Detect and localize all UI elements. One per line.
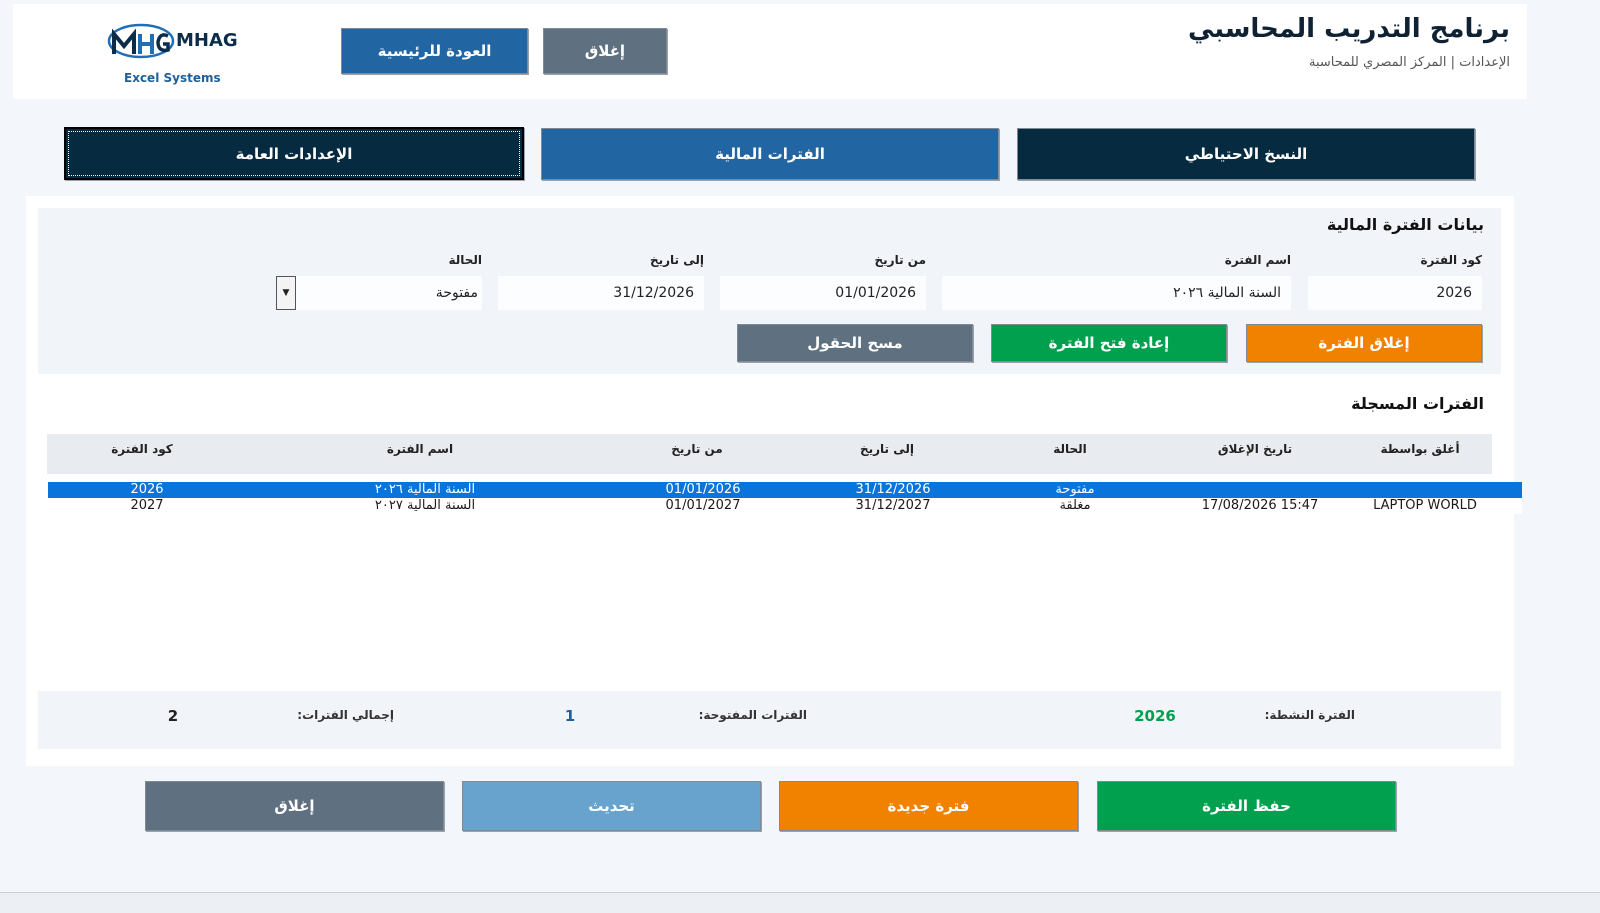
active-period-label: الفترة النشطة: [1264, 708, 1355, 722]
page-title: برنامج التدريب المحاسبي [1187, 14, 1510, 44]
col-header-name: اسم الفترة [386, 442, 454, 456]
home-button[interactable]: العودة للرئيسية [341, 28, 528, 74]
period-name-label: اسم الفترة [1224, 253, 1291, 267]
close-period-button[interactable]: إغلاق الفترة [1246, 324, 1482, 362]
status-dropdown-arrow[interactable]: ▼ [276, 276, 296, 310]
period-name-field[interactable]: السنة المالية ٢٠٢٦ [942, 276, 1291, 310]
chevron-down-icon: ▼ [282, 288, 290, 298]
col-header-close-date: تاريخ الإغلاق [1217, 442, 1293, 456]
refresh-button[interactable]: تحديث [462, 781, 761, 831]
open-periods-label: الفترات المفتوحة: [698, 708, 807, 722]
tab-backup[interactable]: النسخ الاحتياطي [1017, 128, 1475, 180]
footer-close-button[interactable]: إغلاق [145, 781, 444, 831]
bottom-scrollbar[interactable] [0, 892, 1600, 913]
list-section-title: الفترات المسجلة [1351, 394, 1484, 413]
to-date-label: إلى تاريخ [649, 253, 704, 267]
open-periods-value: 1 [564, 707, 576, 725]
cell-from-date: 01/01/2027 [665, 498, 741, 513]
col-header-from-date: من تاريخ [671, 442, 723, 456]
cell-status: مغلقة [1059, 498, 1091, 513]
header-close-button[interactable]: إغلاق [543, 28, 667, 74]
col-header-closed-by: أغلق بواسطة [1380, 442, 1460, 456]
new-period-button[interactable]: فترة جديدة [779, 781, 1078, 831]
cell-from-date: 01/01/2026 [665, 482, 741, 497]
save-period-button[interactable]: حفظ الفترة [1097, 781, 1396, 831]
logo-text: MHAG [176, 30, 238, 51]
period-code-field[interactable]: 2026 [1308, 276, 1482, 310]
status-select[interactable]: ▼ مفتوحة [276, 276, 482, 310]
to-date-field[interactable]: 31/12/2026 [498, 276, 704, 310]
table-row[interactable] [48, 482, 1522, 498]
logo: MHAG Excel Systems [100, 18, 240, 90]
cell-close-date: 17/08/2026 15:47 [1201, 498, 1319, 513]
logo-mark-icon [107, 23, 175, 59]
cell-code: 2026 [130, 482, 164, 497]
total-periods-label: إجمالي الفترات: [297, 708, 394, 722]
tab-general-settings[interactable]: الإعدادات العامة [64, 127, 524, 180]
col-header-to-date: إلى تاريخ [859, 442, 914, 456]
cell-name: السنة المالية ٢٠٢٧ [374, 498, 476, 513]
from-date-label: من تاريخ [874, 253, 926, 267]
form-section-title: بيانات الفترة المالية [1326, 215, 1484, 234]
tab-financial-periods[interactable]: الفترات المالية [541, 128, 999, 180]
cell-to-date: 31/12/2027 [855, 498, 931, 513]
page-subtitle: الإعدادات | المركز المصري للمحاسبة [1308, 55, 1510, 70]
status-label: الحالة [448, 253, 482, 267]
cell-status: مفتوحة [1055, 482, 1095, 497]
active-period-value: 2026 [1134, 707, 1176, 725]
total-periods-value: 2 [167, 707, 179, 725]
col-header-code: كود الفترة [111, 442, 173, 456]
status-select-value: مفتوحة [435, 285, 478, 301]
clear-fields-button[interactable]: مسح الحقول [737, 324, 973, 362]
period-code-label: كود الفترة [1420, 253, 1482, 267]
reopen-period-button[interactable]: إعادة فتح الفترة [991, 324, 1227, 362]
cell-code: 2027 [130, 498, 164, 513]
col-header-status: الحالة [1053, 442, 1087, 456]
cell-name: السنة المالية ٢٠٢٦ [374, 482, 476, 497]
cell-closed-by: LAPTOP WORLD [1373, 498, 1477, 513]
logo-subtext: Excel Systems [124, 71, 221, 85]
cell-to-date: 31/12/2026 [855, 482, 931, 497]
from-date-field[interactable]: 01/01/2026 [720, 276, 926, 310]
